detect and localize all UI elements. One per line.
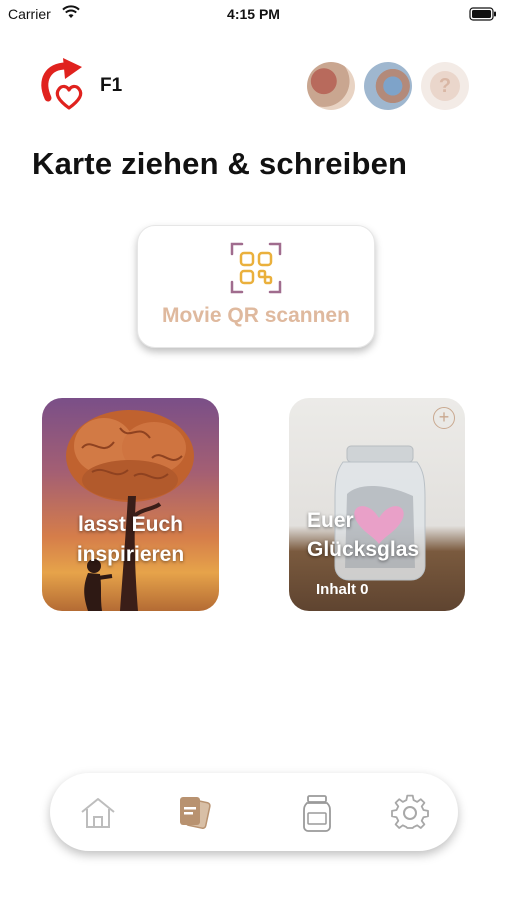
jar-content-count: Inhalt 0 xyxy=(316,581,369,598)
help-button[interactable]: ? xyxy=(421,62,469,110)
avatar[interactable] xyxy=(364,62,412,110)
tab-jar[interactable] xyxy=(297,793,337,833)
jar-icon xyxy=(303,795,331,832)
header: F1 ? xyxy=(0,58,507,114)
inspiration-card[interactable]: lasst Euch inspirieren xyxy=(42,398,219,611)
clock: 4:15 PM xyxy=(227,6,280,22)
scan-qr-button[interactable]: Movie QR scannen xyxy=(137,225,375,348)
plus-circle-icon[interactable]: + xyxy=(433,407,455,429)
scan-qr-label: Movie QR scannen xyxy=(162,304,350,327)
brain-tree-image xyxy=(66,410,194,611)
cards-icon xyxy=(180,797,211,829)
status-bar: Carrier 4:15 PM xyxy=(0,0,507,30)
jar-label-line2: Glücksglas xyxy=(307,538,420,561)
tab-cards[interactable] xyxy=(174,793,214,833)
avatar[interactable] xyxy=(307,62,355,110)
tab-home[interactable] xyxy=(78,793,118,833)
heart-arrow-logo-icon[interactable] xyxy=(38,58,90,117)
happiness-jar-card[interactable]: + Euer Glücksglas Inhalt 0 xyxy=(289,398,465,611)
jar-label-line1: Euer xyxy=(307,509,354,532)
inspiration-label-line1: lasst Euch xyxy=(77,513,184,536)
jar-card-label: Euer Glücksglas xyxy=(307,506,419,564)
inspiration-card-label: lasst Euch inspirieren xyxy=(42,510,219,570)
jar-image xyxy=(334,445,426,581)
help-symbol: ? xyxy=(430,71,460,101)
gear-icon xyxy=(391,794,429,829)
inspiration-label-line2: inspirieren xyxy=(76,543,185,566)
qr-code-icon xyxy=(230,242,282,299)
battery-icon xyxy=(469,7,497,26)
home-icon xyxy=(81,798,115,828)
page-title: Karte ziehen & schreiben xyxy=(32,146,408,181)
profile-label: F1 xyxy=(100,75,123,96)
tab-bar xyxy=(50,773,458,851)
tab-settings[interactable] xyxy=(390,793,430,833)
